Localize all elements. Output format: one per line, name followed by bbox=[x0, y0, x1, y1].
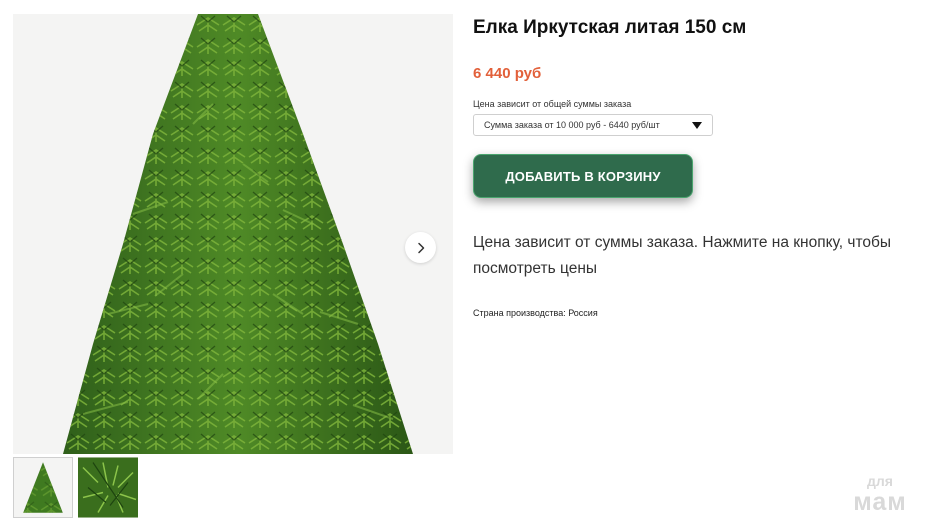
caret-down-icon bbox=[692, 121, 702, 129]
price-tier-select[interactable]: Сумма заказа от 10 000 руб - 6440 руб/шт bbox=[473, 114, 713, 136]
thumbnail-strip bbox=[13, 457, 138, 519]
needles-closeup-icon bbox=[78, 457, 138, 518]
chevron-right-icon bbox=[417, 242, 424, 253]
product-title: Елка Иркутская литая 150 см bbox=[473, 17, 747, 38]
price-select-label: Цена зависит от общей суммы заказа bbox=[473, 99, 632, 109]
watermark-top-text: для bbox=[867, 473, 893, 489]
watermark-bottom-text: мам bbox=[853, 488, 907, 516]
price-tier-value: Сумма заказа от 10 000 руб - 6440 руб/шт bbox=[484, 120, 660, 130]
add-to-cart-button[interactable]: ДОБАВИТЬ В КОРЗИНУ bbox=[473, 154, 693, 198]
tree-thumbnail-icon bbox=[16, 460, 70, 515]
thumbnail-2[interactable] bbox=[78, 457, 138, 518]
thumbnail-1[interactable] bbox=[13, 457, 73, 518]
next-image-button[interactable] bbox=[405, 232, 436, 263]
product-price: 6 440 руб bbox=[473, 65, 542, 82]
tree-image bbox=[13, 14, 453, 454]
product-main-image[interactable] bbox=[13, 14, 453, 454]
country-of-origin: Страна производства: Россия bbox=[473, 308, 598, 318]
product-info: Елка Иркутская литая 150 см 6 440 руб Це… bbox=[473, 14, 913, 318]
price-description: Цена зависит от суммы заказа. Нажмите на… bbox=[473, 234, 892, 277]
watermark-logo: для мам bbox=[842, 474, 918, 520]
